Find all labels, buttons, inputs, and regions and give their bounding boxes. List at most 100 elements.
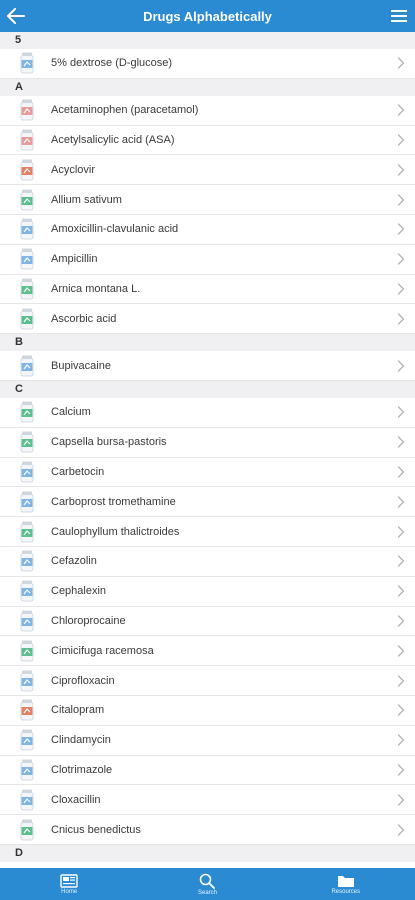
medicine-bottle-icon <box>20 640 34 662</box>
drug-list-item[interactable]: Clindamycin <box>0 725 415 756</box>
medicine-bottle-icon <box>20 521 34 542</box>
drug-list-item[interactable]: Ampicillin <box>0 244 415 275</box>
section-header: 5 <box>0 32 415 49</box>
drug-list-item[interactable]: Amoxicillin-clavulanic acid <box>0 214 415 245</box>
tab-search-label: Search <box>197 889 217 896</box>
chevron-right-icon <box>397 794 405 806</box>
drug-list-item[interactable]: 5% dextrose (D-glucose) <box>0 49 415 79</box>
medicine-bottle-icon <box>20 52 34 74</box>
medicine-bottle-icon <box>20 401 34 423</box>
medicine-bottle-icon <box>20 278 34 300</box>
drug-list[interactable]: 5 5% dextrose (D-glucose) A Acetaminophen (… <box>0 32 415 868</box>
drug-list-item[interactable]: Cefazolin <box>0 546 415 577</box>
search-icon <box>200 873 216 889</box>
drug-name: Ciprofloxacin <box>51 674 115 687</box>
medicine-bottle-icon <box>20 670 34 691</box>
drug-name: Cnicus benedictus <box>51 823 141 836</box>
chevron-right-icon <box>397 313 405 325</box>
medicine-bottle-icon <box>20 129 34 151</box>
chevron-right-icon <box>397 436 405 448</box>
drug-list-item[interactable]: Clotrimazole <box>0 755 415 786</box>
drug-name: Allium sativum <box>51 193 122 206</box>
folder-icon <box>337 875 354 887</box>
chevron-right-icon <box>397 283 405 295</box>
page-title: Drugs Alphabetically <box>143 8 272 24</box>
bottom-tab-bar: Home Search Resources <box>0 868 415 900</box>
chevron-right-icon <box>397 674 405 687</box>
chevron-right-icon <box>397 164 405 176</box>
drug-name: Calcium <box>51 406 91 419</box>
chevron-right-icon <box>397 704 405 717</box>
medicine-bottle-icon <box>20 819 34 840</box>
medicine-bottle-icon <box>20 461 34 483</box>
drug-name: Ascorbic acid <box>51 312 117 325</box>
tab-search[interactable]: Search <box>138 868 276 900</box>
chevron-right-icon <box>397 359 405 372</box>
drug-list-item[interactable]: Cloxacillin <box>0 785 415 816</box>
drug-name: Amoxicillin-clavulanic acid <box>51 223 179 236</box>
drug-list-item[interactable]: Ciprofloxacin <box>0 666 415 696</box>
drug-list-item[interactable]: Acetaminophen (paracetamol) <box>0 95 415 126</box>
chevron-right-icon <box>397 764 405 776</box>
drug-list-item[interactable]: Cimicifuga racemosa <box>0 636 415 667</box>
drug-name: 5% dextrose (D-glucose) <box>51 57 173 70</box>
medicine-bottle-icon <box>20 610 34 632</box>
medicine-bottle-icon <box>20 759 34 781</box>
chevron-right-icon <box>397 134 405 146</box>
drug-name: Acetaminophen (paracetamol) <box>51 104 199 117</box>
medicine-bottle-icon <box>20 699 34 721</box>
chevron-right-icon <box>397 496 405 508</box>
tab-resources-label: Resources <box>331 888 361 895</box>
drug-list-item[interactable]: Carboprost tromethamine <box>0 487 415 518</box>
drug-name: Carboprost tromethamine <box>51 495 176 508</box>
drug-list-item[interactable]: Calcium <box>0 397 415 428</box>
menu-button[interactable] <box>389 6 409 26</box>
section-header: A <box>0 78 415 96</box>
drug-list-item[interactable]: Cephalexin <box>0 576 415 607</box>
drug-list-item[interactable]: Caulophyllum thalictroides <box>0 517 415 547</box>
drug-list-item[interactable]: Ascorbic acid <box>0 304 415 335</box>
app-header: Drugs Alphabetically <box>0 0 415 32</box>
tab-home[interactable]: Home <box>0 868 138 900</box>
drug-name: Arnica montana L. <box>51 282 141 295</box>
drug-list-item[interactable]: Bupivacaine <box>0 351 415 381</box>
drug-name: Clotrimazole <box>51 763 113 776</box>
medicine-bottle-icon <box>20 99 34 121</box>
drug-list-item[interactable]: Chloroprocaine <box>0 606 415 637</box>
tab-resources[interactable]: Resources <box>277 868 415 900</box>
drug-list-item[interactable]: Cnicus benedictus <box>0 815 415 845</box>
hamburger-menu-icon <box>391 10 407 22</box>
chevron-right-icon <box>397 615 405 627</box>
chevron-right-icon <box>397 466 405 478</box>
chevron-right-icon <box>397 57 405 70</box>
medicine-bottle-icon <box>20 248 34 270</box>
drug-list-item[interactable]: Allium sativum <box>0 185 415 215</box>
medicine-bottle-icon <box>20 159 34 181</box>
chevron-right-icon <box>397 585 405 597</box>
chevron-right-icon <box>397 193 405 206</box>
back-arrow-icon <box>7 8 25 24</box>
drug-list-item[interactable]: Citalopram <box>0 695 415 726</box>
chevron-right-icon <box>397 555 405 568</box>
chevron-right-icon <box>397 253 405 265</box>
drug-name: Cloxacillin <box>51 793 101 806</box>
drug-list-item[interactable]: Capsella bursa-pastoris <box>0 427 415 458</box>
drug-name: Cefazolin <box>51 555 97 568</box>
drug-name: Caulophyllum thalictroides <box>51 525 180 538</box>
chevron-right-icon <box>397 223 405 236</box>
medicine-bottle-icon <box>20 431 34 453</box>
drug-list-item[interactable]: Carbetocin <box>0 457 415 488</box>
medicine-bottle-icon <box>20 218 34 240</box>
drug-list-item[interactable]: Arnica montana L. <box>0 274 415 305</box>
back-button[interactable] <box>4 4 28 28</box>
drug-name: Bupivacaine <box>51 359 111 372</box>
medicine-bottle-icon <box>20 189 34 210</box>
drug-list-item[interactable]: Acetylsalicylic acid (ASA) <box>0 125 415 156</box>
chevron-right-icon <box>397 406 405 419</box>
chevron-right-icon <box>397 823 405 836</box>
drug-list-item[interactable]: Acyclovir <box>0 155 415 186</box>
drug-name: Capsella bursa-pastoris <box>51 436 167 449</box>
medicine-bottle-icon <box>20 355 34 376</box>
medicine-bottle-icon <box>20 789 34 811</box>
home-icon <box>60 873 78 888</box>
